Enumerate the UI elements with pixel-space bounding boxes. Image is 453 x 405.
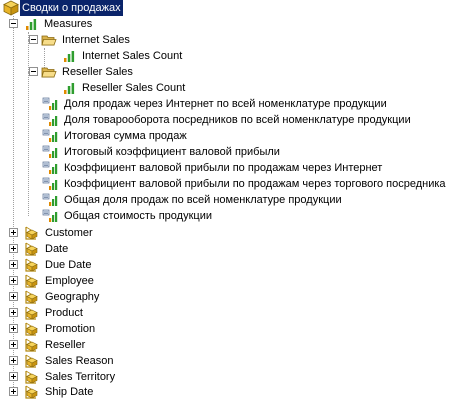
measure-label: Reseller Sales Count (82, 82, 186, 94)
collapse-icon[interactable] (29, 67, 38, 76)
cube-label[interactable]: Сводки о продажах (20, 0, 123, 16)
dimension-label: Sales Territory (45, 371, 116, 383)
expand-icon[interactable] (9, 372, 18, 381)
cube-browser-tree: Сводки о продажах Measures Internet Sale… (0, 0, 453, 400)
calculated-measure-icon (42, 208, 58, 224)
dimension-label: Due Date (45, 259, 92, 271)
measure-group-label: Internet Sales (62, 34, 130, 46)
expand-icon[interactable] (9, 308, 18, 317)
measure-icon (61, 48, 77, 64)
expand-icon[interactable] (9, 324, 18, 333)
dimension-icon (23, 257, 39, 273)
dimension-icon (23, 273, 39, 289)
calculated-measure-label: Коэффициент валовой прибыли по продажам … (64, 178, 446, 190)
tree-guide-line (28, 32, 29, 216)
calculated-measure-icon (42, 144, 58, 160)
calculated-measure-icon (42, 96, 58, 112)
cube-icon (3, 0, 19, 16)
calculated-measure-icon (42, 176, 58, 192)
calculated-measure-icon (42, 160, 58, 176)
collapse-icon[interactable] (9, 19, 18, 28)
calculated-measure-label: Коэффициент валовой прибыли по продажам … (64, 162, 383, 174)
expand-icon[interactable] (9, 356, 18, 365)
dimension-icon (23, 225, 39, 241)
tree-guide-line (13, 16, 14, 389)
dimension-label: Sales Reason (45, 355, 114, 367)
measure-label: Internet Sales Count (82, 50, 183, 62)
dimension-icon (23, 337, 39, 353)
measure-group-label: Reseller Sales (62, 66, 133, 78)
dimension-label: Ship Date (45, 386, 94, 398)
calculated-measure-icon (42, 192, 58, 208)
calculated-measure-label: Общая стоимость продукции (64, 210, 212, 222)
calculated-measure-label: Итоговый коэффициент валовой прибыли (64, 146, 280, 158)
dimension-label: Customer (45, 227, 93, 239)
collapse-icon[interactable] (29, 35, 38, 44)
measures-icon (23, 16, 39, 32)
dimension-icon (23, 289, 39, 305)
folder-open-icon (41, 64, 57, 80)
calculated-measure-icon (42, 112, 58, 128)
expand-icon[interactable] (9, 387, 18, 396)
calculated-measure-label: Общая доля продаж по всей номенклатуре п… (64, 194, 342, 206)
dimension-icon (23, 384, 39, 400)
dimension-icon (23, 321, 39, 337)
calculated-measure-label: Итоговая сумма продаж (64, 130, 187, 142)
expand-icon[interactable] (9, 260, 18, 269)
dimension-label: Product (45, 307, 83, 319)
calculated-measure-label: Доля товарооборота посредников по всей н… (64, 114, 411, 126)
dimension-label: Employee (45, 275, 94, 287)
expand-icon[interactable] (9, 276, 18, 285)
dimension-label: Geography (45, 291, 100, 303)
dimension-label: Reseller (45, 339, 86, 351)
folder-open-icon (41, 32, 57, 48)
dimension-icon (23, 353, 39, 369)
dimension-label: Date (45, 243, 69, 255)
calculated-measure-label: Доля продаж через Интернет по всей номен… (64, 98, 387, 110)
dimension-icon (23, 369, 39, 385)
calculated-measure-icon (42, 128, 58, 144)
dimension-label: Promotion (45, 323, 96, 335)
dimension-icon (23, 305, 39, 321)
measures-label: Measures (44, 18, 93, 30)
expand-icon[interactable] (9, 292, 18, 301)
expand-icon[interactable] (9, 228, 18, 237)
expand-icon[interactable] (9, 340, 18, 349)
expand-icon[interactable] (9, 244, 18, 253)
dimension-icon (23, 241, 39, 257)
measure-icon (61, 80, 77, 96)
